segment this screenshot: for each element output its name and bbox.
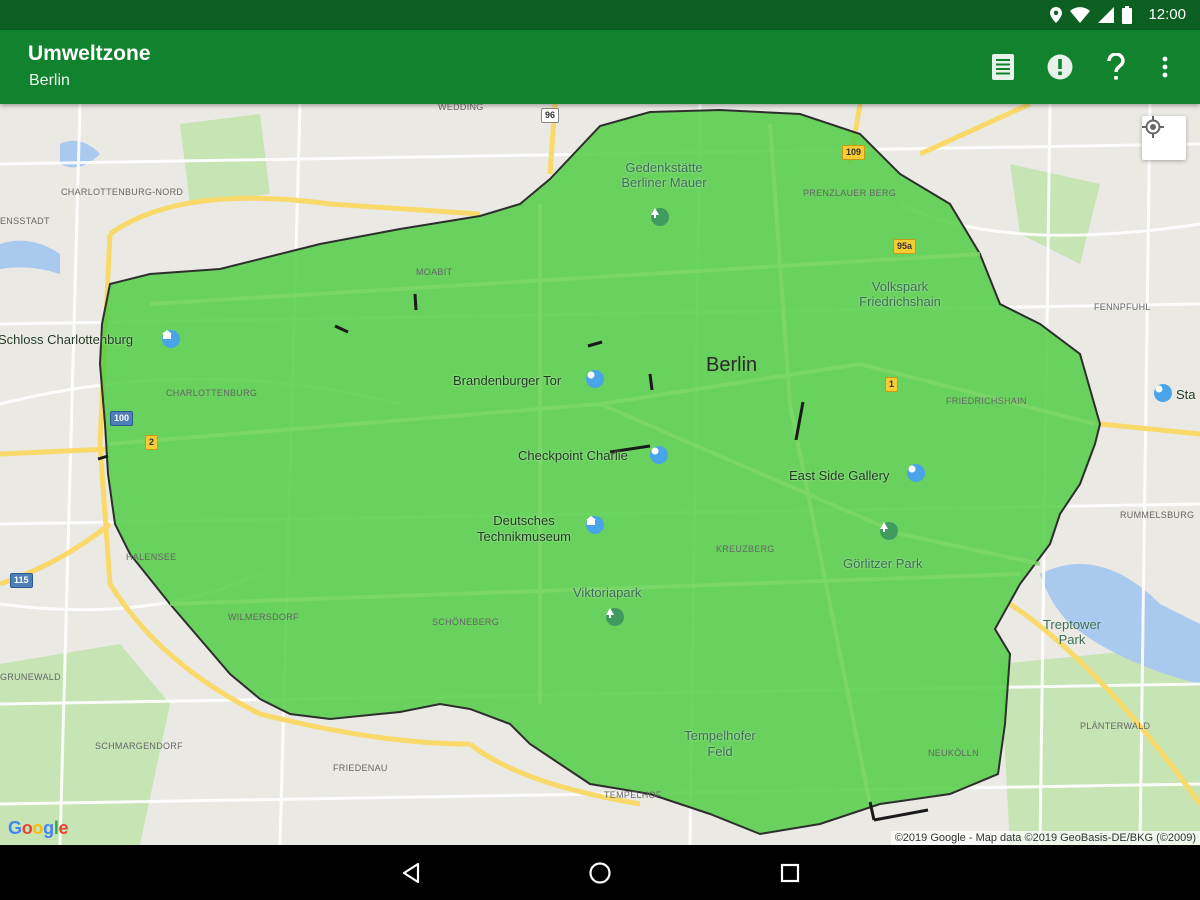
district-label-moabit: Moabit (416, 267, 453, 277)
place-schloss-charlottenburg[interactable]: Schloss Charlottenburg (0, 332, 133, 347)
battery-icon (1122, 6, 1132, 24)
map-view[interactable]: Wedding Charlottenburg-Nord Ensstadt Moa… (0, 104, 1200, 845)
place-volkspark-friedrichshain[interactable]: Volkspark Friedrichshain (850, 279, 950, 309)
district-label-friedrichshain: Friedrichshain (946, 396, 1027, 406)
district-label-neukoelln: Neukölln (928, 748, 979, 758)
district-label-wilmersdorf: Wilmersdorf (228, 612, 299, 622)
road-shield: 1 (885, 377, 899, 392)
overflow-menu-icon (1162, 56, 1168, 78)
district-label-prenzlauer-berg: Prenzlauer Berg (803, 188, 897, 198)
district-label-fennpfuhl: Fennpfuhl (1094, 302, 1151, 312)
navigation-bar (0, 845, 1200, 900)
district-label-plaenterwald: Plänterwald (1080, 721, 1151, 731)
district-label-tempelhof: Tempelhof (604, 790, 662, 800)
district-label-charlottenburg-nord: Charlottenburg-Nord (61, 187, 184, 197)
alert-icon (1047, 54, 1073, 80)
landmark-pin-icon[interactable] (650, 446, 668, 464)
app-title: Umweltzone (28, 42, 151, 65)
district-label-grunewald: Grunewald (0, 672, 61, 682)
museum-pin-icon[interactable] (586, 516, 604, 534)
district-label-charlottenburg: Charlottenburg (166, 388, 258, 398)
alert-button[interactable] (1043, 50, 1077, 84)
google-logo: Google (8, 818, 69, 838)
place-east-side-gallery[interactable]: East Side Gallery (789, 468, 889, 483)
road-shield: 100 (110, 411, 134, 426)
district-label-ensstadt: Ensstadt (0, 216, 50, 226)
place-tempelhofer-feld[interactable]: Tempelhofer Feld (672, 728, 768, 760)
help-button[interactable] (1099, 50, 1133, 84)
map-base (0, 104, 1200, 845)
place-treptower-park[interactable]: Treptower Park (1030, 617, 1114, 647)
app-subtitle: Berlin (29, 72, 70, 89)
district-label-rummelsburg: Rummelsburg (1120, 510, 1195, 520)
district-label-friedenau: Friedenau (333, 763, 388, 773)
recents-button[interactable] (777, 860, 803, 886)
status-icons (1050, 6, 1132, 24)
place-gedenkstaette[interactable]: Gedenkstätte Berliner Mauer (614, 160, 714, 190)
road-shield: 95a (893, 239, 917, 254)
park-pin-icon[interactable] (880, 522, 898, 540)
back-icon (402, 862, 420, 884)
location-icon (1050, 7, 1062, 23)
road-shield: 109 (842, 145, 866, 160)
city-label: Berlin (706, 354, 758, 376)
place-checkpoint-charlie[interactable]: Checkpoint Charlie (518, 448, 628, 463)
landmark-pin-icon[interactable] (907, 464, 925, 482)
place-brandenburger-tor[interactable]: Brandenburger Tor (453, 373, 561, 388)
home-button[interactable] (587, 860, 613, 886)
overflow-menu-button[interactable] (1148, 50, 1182, 84)
list-button[interactable] (986, 50, 1020, 84)
map-attribution[interactable]: ©2019 Google - Map data ©2019 GeoBasis-D… (890, 831, 1200, 845)
park-pin-icon[interactable] (651, 208, 669, 226)
landmark-pin-icon[interactable] (586, 370, 604, 388)
wifi-icon (1070, 7, 1090, 23)
help-icon (1107, 53, 1125, 80)
park-pin-icon[interactable] (606, 608, 624, 626)
road-shield: 115 (10, 573, 33, 588)
place-deutsches-technikmuseum[interactable]: Deutsches Technikmuseum (468, 513, 580, 545)
place-goerlitzer-park[interactable]: Görlitzer Park (843, 556, 922, 571)
recents-icon (780, 863, 800, 883)
list-icon (992, 54, 1014, 80)
place-sta-partial[interactable]: Sta (1176, 387, 1196, 402)
road-shield: 2 (145, 435, 159, 450)
place-viktoriapark[interactable]: Viktoriapark (573, 585, 641, 600)
signal-icon (1098, 7, 1114, 23)
district-label-kreuzberg: Kreuzberg (716, 544, 775, 554)
district-label-schoeneberg: Schöneberg (432, 617, 500, 627)
road-shield: 96 (541, 108, 560, 123)
museum-pin-icon[interactable] (162, 330, 180, 348)
my-location-button[interactable] (1142, 116, 1186, 160)
district-label-halensee: Halensee (126, 552, 177, 562)
back-button[interactable] (398, 860, 424, 886)
my-location-icon (1142, 116, 1164, 138)
landmark-pin-icon[interactable] (1154, 384, 1172, 402)
app-bar: Umweltzone Berlin (0, 30, 1200, 104)
status-time: 12:00 (1148, 6, 1186, 23)
home-icon (589, 862, 611, 884)
district-label-schmargendorf: Schmargendorf (95, 741, 183, 751)
district-label-wedding: Wedding (438, 104, 484, 112)
status-bar: 12:00 (0, 0, 1200, 30)
